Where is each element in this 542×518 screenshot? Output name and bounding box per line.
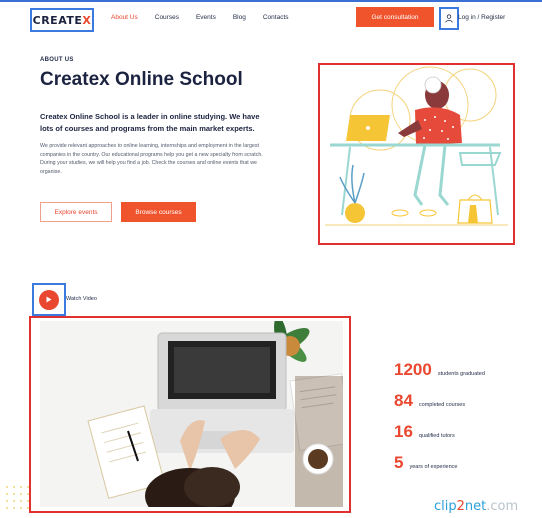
stat-item: 1200 students graduated [394,360,485,391]
top-accent-line [0,0,542,2]
stat-label: completed courses [418,402,466,408]
stat-item: 84 completed courses [394,391,485,422]
stat-number: 1200 [394,360,432,379]
stat-item: 16 qualified tutors [394,422,485,453]
logo[interactable]: CREATE X [30,8,94,32]
watermark-part: net [464,499,487,514]
watermark-part: .com [486,499,519,514]
watermark: clip2net.com [434,499,518,514]
stat-item: 5 years of experience [394,453,485,484]
login-register-link[interactable]: Log in / Register [458,14,505,21]
nav-contacts[interactable]: Contacts [263,14,289,21]
nav-blog[interactable]: Blog [233,14,246,21]
stat-label: students graduated [437,371,485,377]
watermark-part: clip [434,499,457,514]
nav-about-us[interactable]: About Us [111,14,138,21]
watch-video-label[interactable]: Watch Video [66,296,97,302]
nav-courses[interactable]: Courses [155,14,179,21]
play-button-box[interactable] [32,283,66,316]
person-at-desk-illustration [325,66,508,226]
page-title: Createx Online School [40,69,243,90]
lead-text: Createx Online School is a leader in onl… [40,112,260,133]
nav-events[interactable]: Events [196,14,216,21]
main-nav: About Us Courses Events Blog Contacts [111,14,306,21]
user-icon [445,14,453,23]
section-eyebrow: ABOUT US [40,57,74,63]
stat-label: qualified tutors [418,433,455,439]
logo-accent: X [82,13,92,27]
decorative-dots [6,486,29,509]
stat-label: years of experience [409,464,458,470]
user-icon-box[interactable] [439,7,459,30]
stat-number: 5 [394,453,404,472]
stat-number: 16 [394,422,413,441]
body-text: We provide relevant approaches to online… [40,143,263,175]
watermark-part: 2 [456,499,465,514]
get-consultation-button[interactable]: Get consultation [356,7,434,27]
play-icon [46,296,52,303]
logo-text: CREATE [32,13,83,27]
stats-list: 1200 students graduated 84 completed cou… [394,360,485,484]
play-button[interactable] [39,289,59,310]
explore-events-button[interactable]: Explore events [40,202,112,222]
stat-number: 84 [394,391,413,410]
browse-courses-button[interactable]: Browse courses [121,202,196,222]
student-laptop-photo [40,321,343,507]
